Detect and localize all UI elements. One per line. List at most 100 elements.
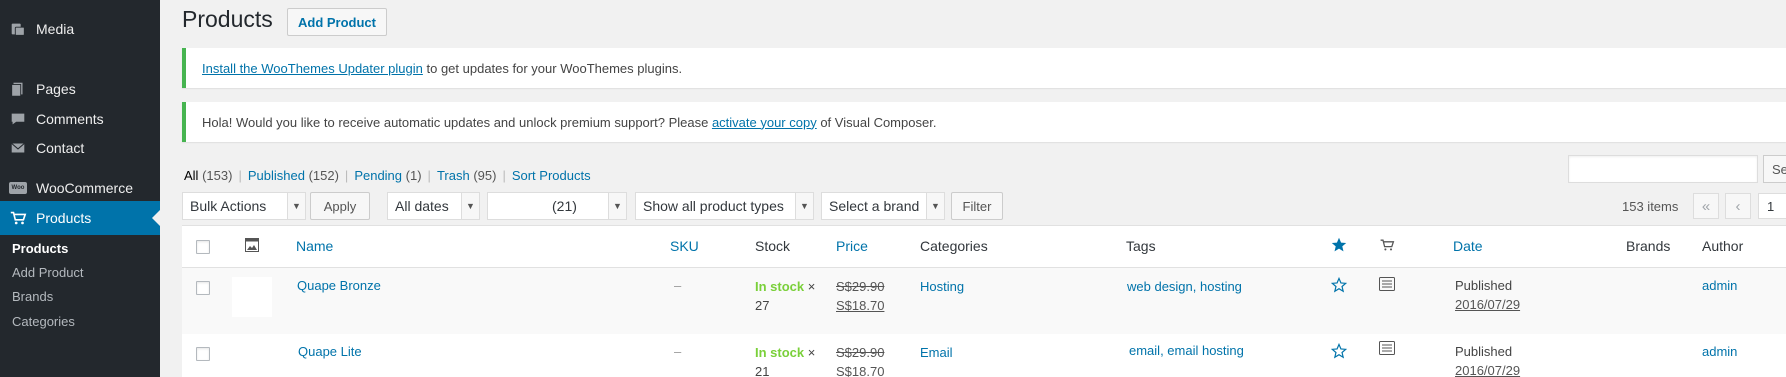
- product-type-cart-icon: [1379, 237, 1395, 256]
- sidebar-item-products[interactable]: Products: [0, 201, 160, 235]
- category-link[interactable]: Hosting: [920, 277, 964, 296]
- product-name-link[interactable]: Quape Lite: [298, 342, 362, 361]
- product-type-icon: [1379, 341, 1395, 358]
- author-link[interactable]: admin: [1702, 276, 1737, 295]
- chevron-down-icon: ▼: [608, 193, 626, 219]
- submenu-products[interactable]: Products: [12, 241, 68, 256]
- sale-price: S$18.70: [836, 364, 885, 377]
- view-published[interactable]: Published: [248, 168, 305, 183]
- sale-price: S$18.70: [836, 298, 885, 313]
- media-icon: [0, 20, 36, 38]
- woocommerce-icon: Woo: [0, 182, 36, 194]
- sidebar-item-media[interactable]: Media: [0, 12, 160, 46]
- publish-status: Published: [1455, 278, 1513, 293]
- price-cell: S$29.90 S$18.70: [836, 343, 884, 377]
- stock-status: In stock × 27: [755, 277, 817, 315]
- column-name[interactable]: Name: [296, 238, 333, 254]
- view-trash[interactable]: Trash: [437, 168, 470, 183]
- chevron-down-icon: ▼: [287, 193, 305, 219]
- separator: |: [344, 168, 349, 183]
- sidebar-item-contact[interactable]: Contact: [0, 131, 160, 165]
- column-price[interactable]: Price: [836, 238, 868, 254]
- price-cell: S$29.90 S$18.70: [836, 277, 884, 315]
- notice-text: of Visual Composer.: [816, 114, 937, 130]
- view-count: (95): [473, 168, 497, 183]
- submenu-brands[interactable]: Brands: [12, 289, 53, 304]
- sku-value: –: [674, 278, 682, 293]
- tags-links[interactable]: email, email hosting: [1129, 341, 1244, 360]
- tags-links[interactable]: web design, hosting: [1127, 277, 1242, 296]
- select-all-checkbox[interactable]: [196, 240, 210, 254]
- author-link[interactable]: admin: [1702, 342, 1737, 361]
- view-count: (152): [308, 168, 339, 183]
- sku-value: –: [674, 344, 682, 359]
- search-button[interactable]: Se: [1763, 155, 1786, 183]
- in-stock-label: In stock: [755, 345, 805, 360]
- column-author: Author: [1702, 238, 1744, 254]
- product-type-select[interactable]: Show all product types ▼: [635, 192, 814, 220]
- stock-status: In stock × 21: [755, 343, 817, 377]
- category-link[interactable]: Email: [920, 343, 953, 362]
- regular-price: S$29.90: [836, 279, 885, 294]
- select-value: (21): [552, 198, 577, 214]
- regular-price: S$29.90: [836, 345, 885, 360]
- comments-icon: [0, 110, 36, 128]
- column-date[interactable]: Date: [1453, 238, 1483, 254]
- sidebar-item-pages[interactable]: Pages: [0, 72, 160, 106]
- sidebar-item-woocommerce[interactable]: Woo WooCommerce: [0, 171, 160, 205]
- view-all[interactable]: All: [184, 168, 198, 183]
- dates-select[interactable]: All dates ▼: [387, 192, 480, 220]
- install-updater-link[interactable]: Install the WooThemes Updater plugin: [202, 61, 423, 76]
- column-tags: Tags: [1126, 238, 1156, 254]
- view-sort-products[interactable]: Sort Products: [512, 168, 591, 183]
- featured-star-icon[interactable]: [1331, 237, 1347, 256]
- mail-icon: [0, 139, 36, 157]
- product-type-icon: [1379, 277, 1395, 294]
- view-pending[interactable]: Pending: [354, 168, 402, 183]
- chevron-down-icon: ▼: [795, 193, 813, 219]
- separator: |: [502, 168, 506, 183]
- chevron-down-icon: ▼: [926, 193, 944, 219]
- products-table: Name SKU Stock Price Categories Tags Dat…: [182, 225, 1786, 377]
- featured-star-outline-icon[interactable]: [1330, 342, 1348, 362]
- current-page-input[interactable]: 1: [1758, 193, 1786, 219]
- search-input[interactable]: [1568, 155, 1758, 183]
- notice-text: to get updates for your WooThemes plugin…: [422, 60, 683, 76]
- publish-date: 2016/07/29: [1455, 297, 1521, 312]
- category-select[interactable]: (21) ▼: [487, 192, 627, 220]
- stock-qty: ×: [804, 345, 816, 360]
- apply-button[interactable]: Apply: [310, 192, 370, 220]
- image-icon: [245, 238, 259, 255]
- first-page-button[interactable]: «: [1693, 193, 1719, 219]
- notice-visual-composer: Hola! Would you like to receive automati…: [182, 102, 1786, 142]
- separator: |: [427, 168, 431, 183]
- submenu-add-product[interactable]: Add Product: [12, 265, 84, 280]
- column-sku[interactable]: SKU: [670, 238, 699, 254]
- product-thumbnail[interactable]: [232, 277, 272, 317]
- prev-page-button[interactable]: ‹: [1725, 193, 1751, 219]
- stock-qty: 27: [755, 298, 770, 313]
- admin-sidebar: Media Pages Comments Contact Woo WooComm…: [0, 0, 160, 377]
- activate-copy-link[interactable]: activate your copy: [712, 115, 817, 130]
- add-product-button[interactable]: Add Product: [287, 8, 387, 36]
- chevron-down-icon: ▼: [461, 193, 479, 219]
- pages-icon: [0, 80, 36, 98]
- stock-qty: 21: [755, 364, 770, 377]
- in-stock-label: In stock: [755, 279, 805, 294]
- product-name-link[interactable]: Quape Bronze: [297, 276, 381, 295]
- filter-button[interactable]: Filter: [951, 192, 1003, 220]
- brand-select[interactable]: Select a brand ▼: [821, 192, 945, 220]
- view-count: (153): [202, 168, 233, 183]
- row-checkbox[interactable]: [196, 281, 210, 295]
- page-title: Products: [182, 6, 273, 32]
- date-cell: Published 2016/07/29: [1455, 276, 1520, 314]
- bulk-actions-select[interactable]: Bulk Actions ▼: [182, 192, 306, 220]
- featured-star-outline-icon[interactable]: [1330, 276, 1348, 296]
- select-value: All dates: [395, 198, 449, 214]
- view-count: (1): [405, 168, 422, 183]
- column-brands: Brands: [1626, 238, 1671, 254]
- date-cell: Published 2016/07/29: [1455, 342, 1520, 377]
- submenu-categories[interactable]: Categories: [12, 314, 75, 329]
- row-checkbox[interactable]: [196, 347, 210, 361]
- column-stock: Stock: [755, 238, 791, 254]
